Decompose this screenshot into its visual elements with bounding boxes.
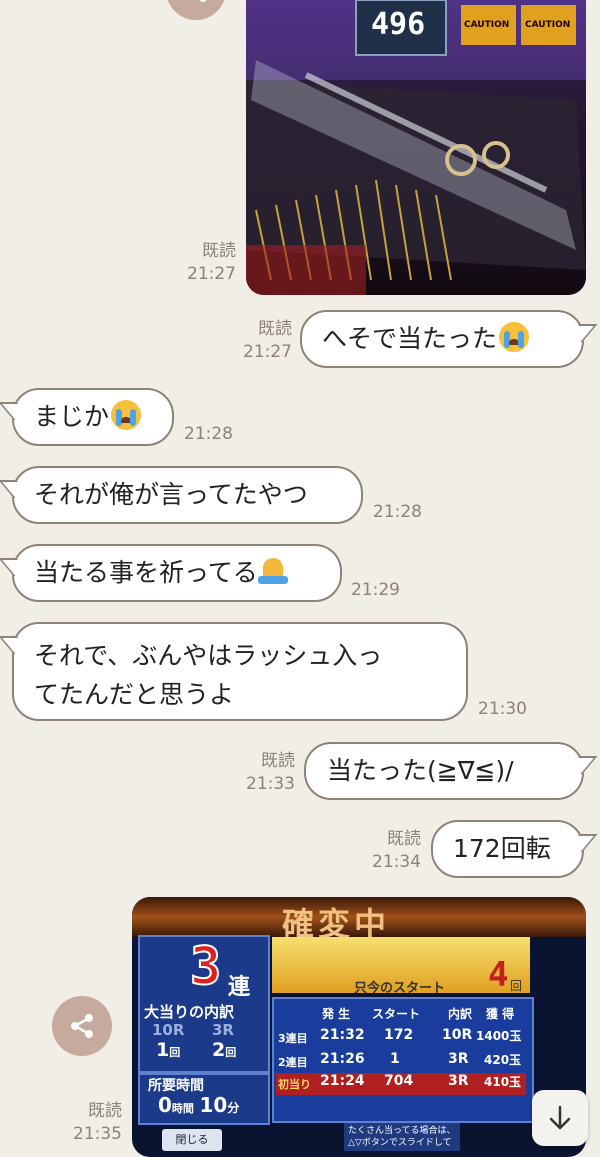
message-time: 21:28: [184, 424, 233, 444]
renchan-label: 連: [228, 975, 251, 1000]
message-bubble-incoming[interactable]: 当たる事を祈ってる: [0, 544, 342, 602]
folded-hands-emoji: [257, 556, 288, 586]
message-bubble-incoming[interactable]: それで、ぶんやはラッシュ入っ てたんだと思うよ: [0, 622, 468, 721]
read-receipt: 既読: [202, 241, 236, 261]
message-text-line-1: それで、ぶんやはラッシュ入っ: [34, 641, 383, 670]
message-bubble-outgoing[interactable]: 172回転: [431, 820, 598, 878]
col-header-gain: 獲 得: [486, 1007, 515, 1021]
caution-sign: CAUTION: [464, 20, 510, 30]
time-label: 所要時間: [148, 1078, 204, 1094]
table-row: 3連目 21:32 172 10R 1400玉: [278, 1027, 522, 1045]
breakdown-3r-count: 2回: [212, 1039, 237, 1061]
share-button-top[interactable]: [166, 0, 226, 20]
col-header-type: 内訳: [448, 1007, 473, 1021]
pachinko-photo-2[interactable]: 確変中 3 連 大当りの内訳 10R 3R 1回 2回 所要時間 0時間 10分…: [132, 897, 586, 1157]
read-receipt: 既読: [387, 829, 421, 849]
breakdown-10r-count: 1回: [156, 1039, 181, 1061]
message-text: へそで当たった: [322, 324, 498, 353]
message-time: 21:28: [373, 502, 422, 522]
message-text: 当たった(≧∇≦)/: [327, 756, 514, 785]
message-time: 21:34: [372, 852, 421, 872]
screen-note: たくさん当ってる場合は、 △▽ボタンでスライドして: [344, 1123, 460, 1151]
machine-counter-display: 496: [371, 7, 426, 42]
start-label: 只今のスタート: [354, 981, 446, 996]
message-meta-8: 既読 21:34: [355, 828, 421, 874]
message-text: それが俺が言ってたやつ: [34, 480, 308, 509]
pachinko-machine-image: [246, 0, 586, 295]
message-meta-9: 既読 21:35: [56, 1100, 122, 1146]
message-text: 当たる事を祈ってる: [34, 558, 258, 587]
share-icon: [199, 0, 207, 2]
start-unit: 回: [510, 979, 523, 993]
breakdown-title: 大当りの内訳: [144, 1003, 235, 1021]
message-text-line-2: てたんだと思うよ: [34, 680, 235, 709]
scroll-to-bottom-button[interactable]: [532, 1090, 588, 1146]
message-meta-1: 既読 21:27: [170, 240, 236, 286]
message-time: 21:30: [478, 699, 527, 719]
message-time: 21:27: [187, 264, 236, 284]
loudly-crying-face-emoji: [499, 322, 530, 352]
col-header-time: 発 生: [322, 1007, 351, 1021]
table-row: 初当り 21:24 704 3R 410玉: [276, 1073, 526, 1095]
share-button[interactable]: [52, 996, 112, 1056]
message-bubble-outgoing[interactable]: へそで当たった: [300, 310, 598, 368]
message-time: 21:29: [351, 580, 400, 600]
message-meta-2: 既読 21:27: [226, 318, 292, 364]
read-receipt: 既読: [261, 751, 295, 771]
read-receipt: 既読: [88, 1101, 122, 1121]
loudly-crying-face-emoji: [111, 400, 142, 430]
message-text: 172回転: [453, 834, 551, 863]
message-meta-7: 既読 21:33: [229, 750, 295, 796]
breakdown-3r-label: 3R: [212, 1021, 234, 1039]
message-bubble-incoming[interactable]: まじか: [0, 388, 174, 446]
message-time: 21:27: [243, 342, 292, 362]
renchan-count: 3: [189, 936, 222, 998]
message-time: 21:33: [246, 774, 295, 794]
pachinko-photo-1[interactable]: 496 CAUTION CAUTION: [246, 0, 586, 295]
time-value: 0時間 10分: [158, 1093, 240, 1117]
col-header-start: スタート: [372, 1007, 421, 1021]
message-time: 21:35: [73, 1124, 122, 1144]
caution-sign-2: CAUTION: [525, 20, 571, 30]
share-icon: [71, 1014, 93, 1038]
message-bubble-incoming[interactable]: それが俺が言ってたやつ: [0, 466, 363, 524]
table-row: 2連目 21:26 1 3R 420玉: [278, 1051, 522, 1069]
start-value: 4: [488, 955, 509, 995]
breakdown-10r-label: 10R: [152, 1021, 185, 1039]
read-receipt: 既読: [258, 319, 292, 339]
message-bubble-outgoing[interactable]: 当たった(≧∇≦)/: [304, 742, 598, 800]
arrow-down-icon: [549, 1105, 571, 1130]
message-text: まじか: [34, 402, 110, 431]
